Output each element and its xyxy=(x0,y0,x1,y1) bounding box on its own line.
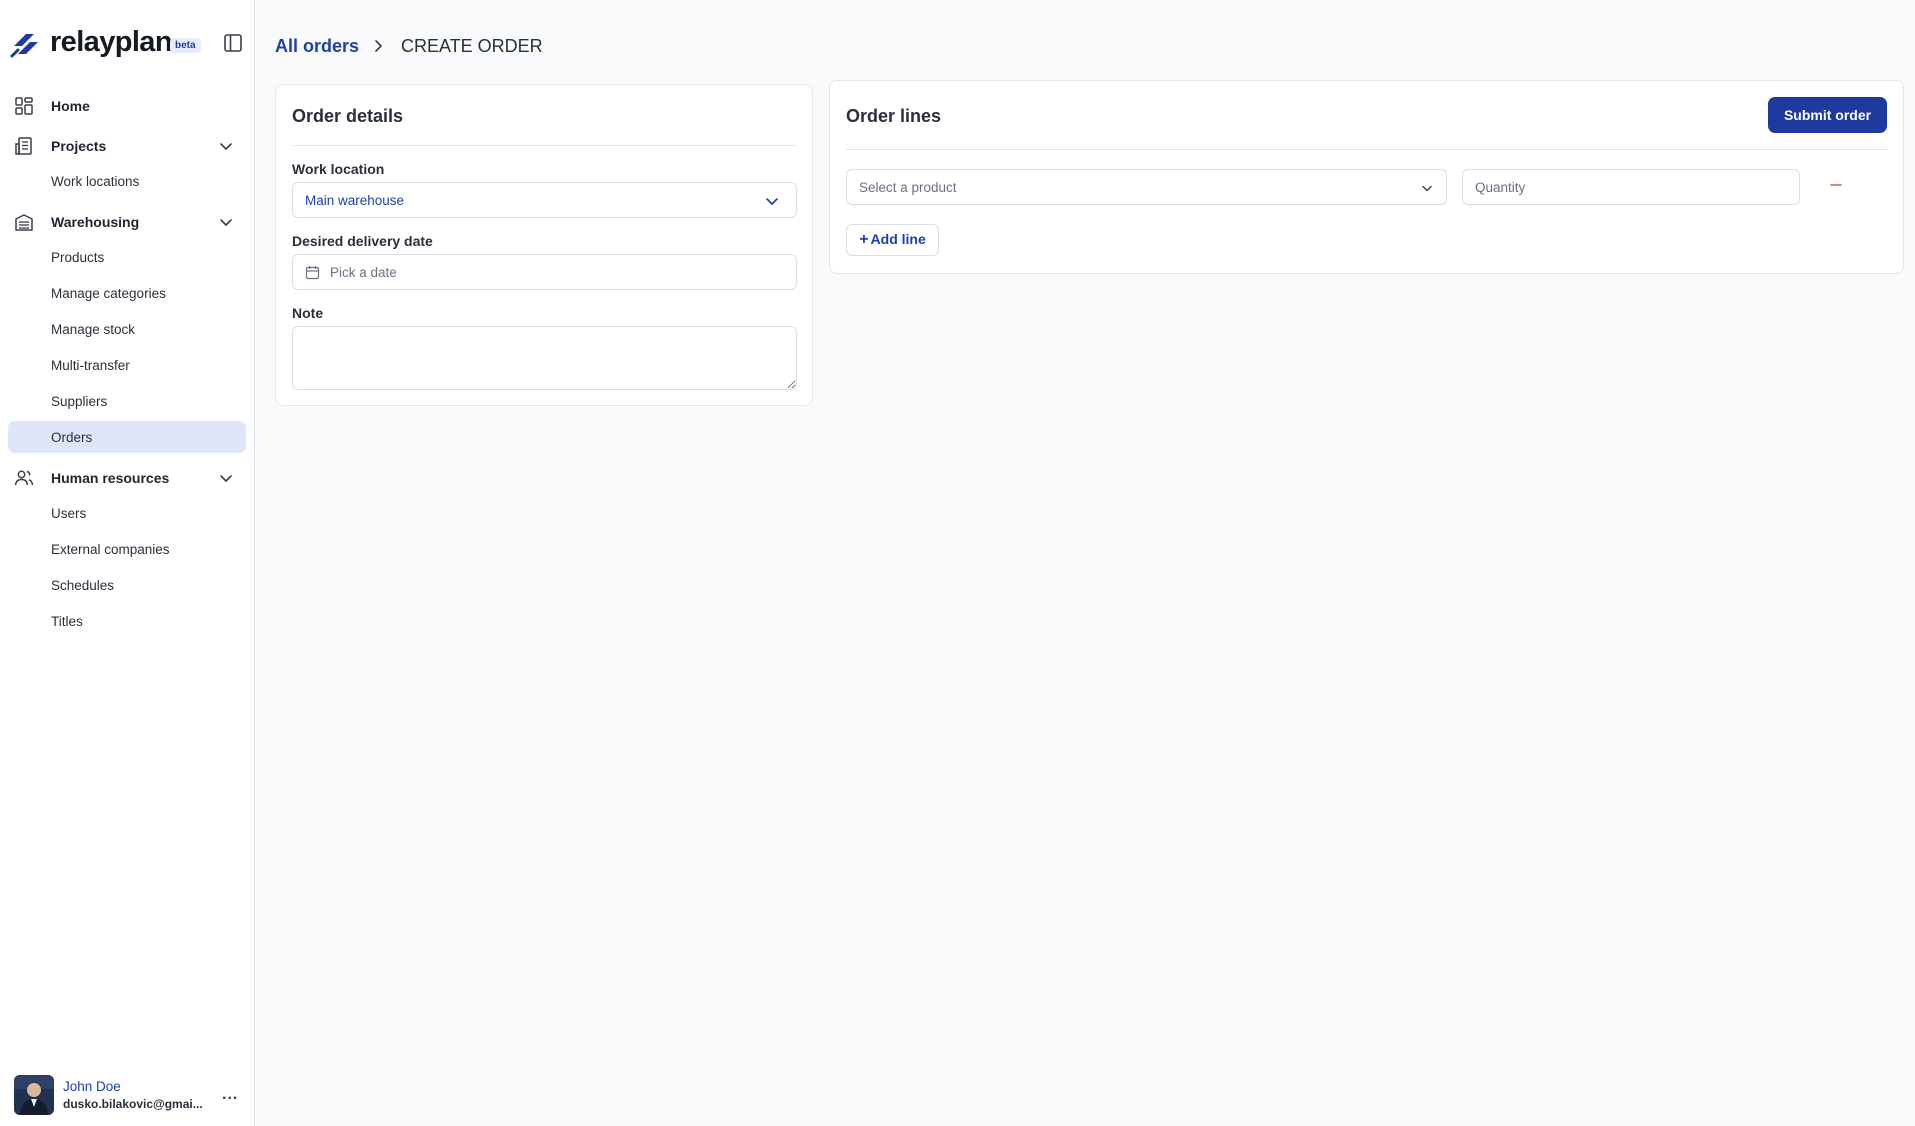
user-profile[interactable]: John Doe dusko.bilakovic@gmai... ... xyxy=(14,1074,244,1116)
sidebar-item-orders[interactable]: Orders xyxy=(8,421,246,453)
more-options-icon[interactable]: ... xyxy=(222,1086,238,1104)
delivery-date-picker[interactable]: Pick a date xyxy=(292,254,797,290)
chevron-down-icon xyxy=(766,198,778,205)
note-label: Note xyxy=(292,305,324,321)
product-select-placeholder: Select a product xyxy=(859,180,957,195)
divider xyxy=(846,149,1887,150)
note-textarea[interactable] xyxy=(292,326,797,390)
work-location-select[interactable]: Main warehouse xyxy=(292,182,797,218)
sidebar-item-label: Home xyxy=(51,98,90,114)
order-details-title: Order details xyxy=(292,106,404,126)
order-lines-card: Order lines Submit order Select a produc… xyxy=(829,80,1904,274)
users-icon xyxy=(14,470,34,486)
avatar-image-icon xyxy=(14,1075,54,1115)
sidebar-item-external-companies[interactable]: External companies xyxy=(8,533,246,565)
sidebar-item-manage-categories[interactable]: Manage categories xyxy=(8,277,246,309)
chevron-right-icon xyxy=(375,40,382,52)
sidebar-item-suppliers[interactable]: Suppliers xyxy=(8,385,246,417)
sidebar-item-label: Multi-transfer xyxy=(51,358,130,373)
delivery-date-placeholder: Pick a date xyxy=(330,265,397,280)
sidebar-toggle-icon[interactable] xyxy=(222,32,244,54)
chevron-down-icon xyxy=(1422,185,1432,192)
sidebar-group-warehousing[interactable]: Warehousing xyxy=(8,206,246,238)
add-line-label: Add line xyxy=(870,231,926,247)
product-select[interactable]: Select a product xyxy=(846,169,1447,205)
work-location-value: Main warehouse xyxy=(305,193,405,208)
sidebar-group-projects[interactable]: Projects xyxy=(8,130,246,162)
user-email: dusko.bilakovic@gmai... xyxy=(63,1097,203,1111)
sidebar: relayplan beta Home Projects Work locati… xyxy=(0,0,255,1126)
sidebar-item-users[interactable]: Users xyxy=(8,497,246,529)
breadcrumb-all-orders-link[interactable]: All orders xyxy=(275,36,359,57)
sidebar-item-label: Suppliers xyxy=(51,394,108,409)
chevron-down-icon[interactable] xyxy=(218,138,234,154)
order-details-card: Order details Work location Main warehou… xyxy=(275,84,813,406)
sidebar-item-manage-stock[interactable]: Manage stock xyxy=(8,313,246,345)
sidebar-item-label: Manage stock xyxy=(51,322,136,337)
sidebar-item-multi-transfer[interactable]: Multi-transfer xyxy=(8,349,246,381)
sidebar-item-label: Orders xyxy=(51,430,93,445)
sidebar-item-titles[interactable]: Titles xyxy=(8,605,246,637)
plus-icon: + xyxy=(859,231,869,248)
page-title: CREATE ORDER xyxy=(401,36,543,56)
sidebar-item-label: Manage categories xyxy=(51,286,166,301)
grid-icon xyxy=(15,97,33,115)
sidebar-item-label: Human resources xyxy=(51,470,170,486)
sidebar-item-label: Products xyxy=(51,250,105,265)
calendar-icon xyxy=(305,266,320,280)
beta-badge: beta xyxy=(170,38,201,53)
warehouse-icon xyxy=(15,214,33,231)
app-name: relayplan xyxy=(50,26,173,58)
order-lines-title: Order lines xyxy=(846,106,942,126)
app-logo[interactable]: relayplan beta xyxy=(8,24,248,64)
user-name: John Doe xyxy=(63,1079,121,1094)
relayplan-logo-icon xyxy=(10,34,38,58)
add-line-button[interactable]: + Add line xyxy=(846,224,939,256)
sidebar-item-label: Titles xyxy=(51,614,83,629)
sidebar-group-human-resources[interactable]: Human resources xyxy=(8,462,246,494)
remove-line-icon[interactable] xyxy=(1826,175,1846,195)
sidebar-item-label: Schedules xyxy=(51,578,115,593)
sidebar-item-label: External companies xyxy=(51,542,170,557)
sidebar-item-label: Work locations xyxy=(51,174,140,189)
sidebar-item-label: Warehousing xyxy=(51,214,140,230)
sidebar-item-schedules[interactable]: Schedules xyxy=(8,569,246,601)
divider xyxy=(292,145,797,146)
building-icon xyxy=(15,137,32,155)
sidebar-item-work-locations[interactable]: Work locations xyxy=(8,165,246,197)
quantity-input[interactable] xyxy=(1462,169,1800,205)
chevron-down-icon[interactable] xyxy=(218,214,234,230)
sidebar-item-label: Users xyxy=(51,506,87,521)
avatar[interactable] xyxy=(14,1075,54,1115)
submit-order-button[interactable]: Submit order xyxy=(1768,97,1887,133)
sidebar-item-label: Projects xyxy=(51,138,107,154)
chevron-down-icon[interactable] xyxy=(218,470,234,486)
work-location-label: Work location xyxy=(292,161,385,177)
sidebar-item-home[interactable]: Home xyxy=(8,90,246,122)
delivery-date-label: Desired delivery date xyxy=(292,233,433,249)
sidebar-item-products[interactable]: Products xyxy=(8,241,246,273)
